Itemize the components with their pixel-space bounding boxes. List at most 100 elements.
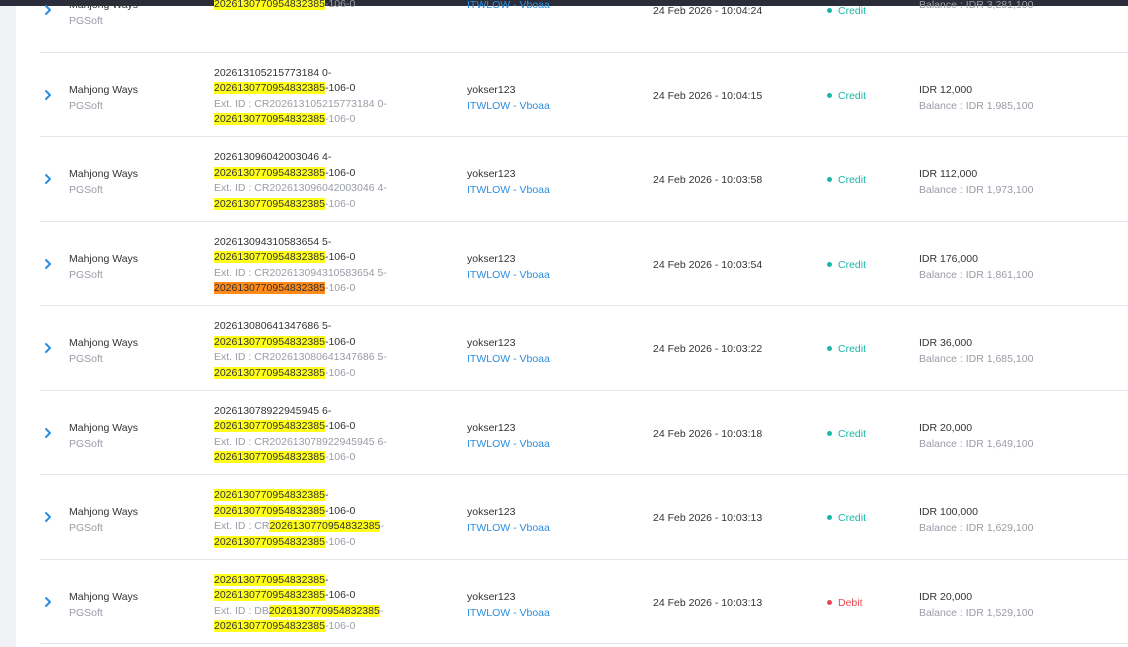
transaction-id-line2: 2026130770954832385-106-0 (214, 588, 383, 604)
amount-cell: IDR 36,000 Balance : IDR 1,685,100 (919, 335, 1033, 367)
ext-id-suffix: -106-0 (324, 451, 356, 464)
balance: Balance : IDR 1,529,100 (919, 606, 1034, 619)
search-highlight: 2026130770954832385 (214, 504, 325, 517)
agent-link[interactable]: ITWLOW - Vboaa (467, 98, 550, 114)
username: yokser123 (467, 337, 516, 349)
username: yokser123 (467, 421, 516, 434)
amount-cell: IDR 20,000 Balance : IDR 1,529,100 (919, 589, 1033, 621)
game-cell: Mahjong Ways PGSoft (69, 166, 138, 198)
ext-id-suffix: -106-0 (324, 535, 356, 548)
agent-link[interactable]: ITWLOW - Vboaa (467, 182, 550, 198)
user-cell: yokser123 ITWLOW - Vboaa (467, 251, 550, 283)
search-highlight: 2026130770954832385 (214, 420, 325, 433)
id-prefix: 202613080641347686 5- (214, 320, 332, 332)
search-highlight: 2026130770954832385 (214, 335, 325, 348)
table-row[interactable]: Mahjong Ways PGSoft 202613078922945945 6- 2… (40, 391, 1128, 475)
status-dot-icon (827, 8, 832, 13)
ext-id-suffix: - (380, 520, 384, 533)
user-cell: yokser123 ITWLOW - Vboaa (467, 166, 550, 198)
table-row[interactable]: Mahjong Ways PGSoft 202613105215773184 0- 2… (40, 53, 1128, 137)
search-highlight: 2026130770954832385 (214, 535, 325, 548)
status-badge: Credit (827, 90, 866, 102)
amount-cell: IDR 20,000 Balance : IDR 1,649,100 (919, 420, 1033, 452)
status-badge: Credit (827, 428, 866, 440)
search-highlight: 2026130770954832385 (269, 520, 381, 533)
status-label: Credit (838, 89, 867, 102)
status-badge: Credit (827, 512, 866, 524)
search-highlight: 2026130770954832385 (268, 604, 380, 617)
amount: IDR 12,000 (919, 83, 973, 96)
transaction-id-cell: 202613105215773184 0- 2026130770954832385… (214, 66, 387, 128)
chevron-right-icon[interactable] (42, 4, 54, 16)
table-row[interactable]: Mahjong Ways PGSoft 202613080641347686 5- 2… (40, 306, 1128, 391)
table-row[interactable]: Mahjong Ways PGSoft 2026130770954832385- 20… (40, 475, 1128, 560)
status-badge: Credit (827, 343, 866, 355)
chevron-right-icon[interactable] (42, 258, 54, 270)
chevron-right-icon[interactable] (42, 511, 54, 523)
transaction-datetime: 24 Feb 2026 - 10:04:15 (653, 89, 763, 102)
provider-name: PGSoft (69, 268, 103, 281)
search-highlight-current: 2026130770954832385 (214, 282, 325, 295)
ext-id-line2: 2026130770954832385-106-0 (214, 197, 387, 213)
transaction-id-cell: 202613096042003046 4- 2026130770954832385… (214, 150, 387, 212)
ext-id-suffix: -106-0 (324, 282, 356, 295)
provider-name: PGSoft (69, 606, 103, 619)
chevron-right-icon[interactable] (42, 173, 54, 185)
chevron-right-icon[interactable] (42, 427, 54, 439)
status-label: Credit (838, 427, 867, 440)
transaction-id-line1: 2026130770954832385- (214, 573, 383, 589)
agent-link[interactable]: ITWLOW - Vboaa (467, 520, 550, 536)
ext-id-suffix: -106-0 (324, 197, 356, 210)
agent-link[interactable]: ITWLOW - Vboaa (467, 267, 550, 283)
game-name: Mahjong Ways (69, 506, 139, 518)
game-name: Mahjong Ways (69, 168, 139, 180)
table-row[interactable]: Mahjong Ways PGSoft Ext. ID : CR2026131069… (40, 0, 1128, 53)
id-suffix: -106-0 (324, 420, 356, 433)
id-suffix: -106-0 (324, 166, 356, 179)
ext-id-prefix: Ext. ID : CR (214, 520, 270, 533)
transaction-id-line2: 2026130770954832385-106-0 (214, 250, 387, 266)
table-row[interactable]: Mahjong Ways PGSoft 202613096042003046 4- 2… (40, 137, 1128, 222)
provider-name: PGSoft (69, 15, 103, 27)
user-cell: yokser123 ITWLOW - Vboaa (467, 420, 550, 452)
provider-name: PGSoft (69, 353, 103, 365)
agent-link[interactable]: ITWLOW - Vboaa (467, 351, 550, 367)
username: yokser123 (467, 83, 516, 96)
search-highlight: 2026130770954832385 (214, 166, 325, 179)
search-highlight: 2026130770954832385 (214, 366, 325, 379)
chevron-right-icon[interactable] (42, 342, 54, 354)
ext-id-prefix: Ext. ID : CR202613096042003046 4- (214, 182, 387, 195)
transaction-datetime: 24 Feb 2026 - 10:03:58 (653, 174, 763, 186)
transaction-id-line1: 202613080641347686 5- (214, 319, 387, 335)
provider-name: PGSoft (69, 99, 103, 112)
amount: IDR 20,000 (919, 421, 973, 434)
id-prefix: 202613096042003046 4- (214, 151, 332, 163)
ext-id-line2: 2026130770954832385-106-0 (214, 450, 387, 466)
table-row[interactable]: Mahjong Ways PGSoft 2026130770954832385- 20… (40, 560, 1128, 644)
id-suffix: - (324, 573, 329, 586)
ext-id-line1: Ext. ID : CR202613094310583654 5- (214, 266, 387, 282)
chevron-right-icon[interactable] (42, 596, 54, 608)
search-highlight: 2026130770954832385 (214, 573, 325, 586)
transaction-id-cell: 2026130770954832385- 2026130770954832385-… (214, 488, 384, 550)
agent-link[interactable]: ITWLOW - Vboaa (467, 0, 550, 13)
search-highlight: 2026130770954832385 (214, 451, 325, 464)
agent-link[interactable]: ITWLOW - Vboaa (467, 605, 550, 621)
balance: Balance : IDR 1,985,100 (919, 99, 1034, 112)
balance: Balance : IDR 1,649,100 (919, 437, 1034, 450)
user-cell: yokser123 ITWLOW - Vboaa (467, 504, 550, 536)
game-cell: Mahjong Ways PGSoft (69, 335, 138, 367)
status-dot-icon (827, 515, 832, 520)
agent-link[interactable]: ITWLOW - Vboaa (467, 436, 550, 452)
search-highlight: 2026130770954832385 (214, 589, 325, 602)
table-row[interactable]: Mahjong Ways PGSoft 202613094310583654 5- 2… (40, 222, 1128, 306)
game-cell: Mahjong Ways PGSoft (69, 589, 138, 621)
search-highlight: 2026130770954832385 (214, 82, 325, 95)
transaction-id-line1: 202613105215773184 0- (214, 66, 387, 82)
transaction-datetime: 24 Feb 2026 - 10:04:24 (653, 5, 763, 17)
amount: IDR 36,000 (919, 337, 973, 349)
ext-id-line1: Ext. ID : CR202613096042003046 4- (214, 181, 387, 197)
provider-name: PGSoft (69, 522, 103, 534)
chevron-right-icon[interactable] (42, 89, 54, 101)
amount: IDR 20,000 (919, 590, 973, 603)
